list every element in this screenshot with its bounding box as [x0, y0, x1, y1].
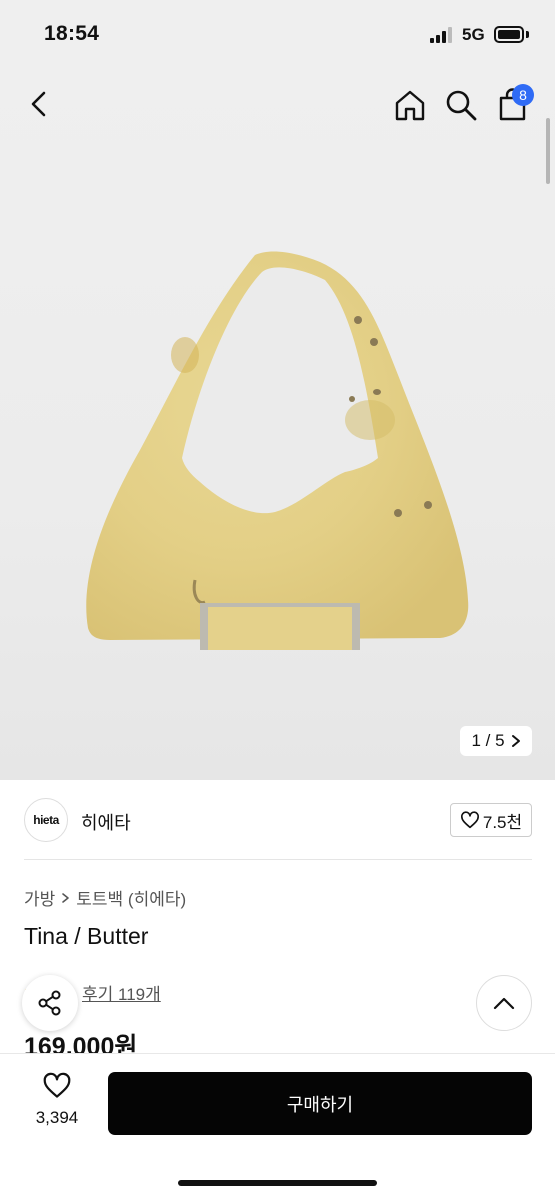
bottom-action-bar: 3,394 구매하기: [0, 1053, 555, 1200]
heart-icon: [43, 1072, 71, 1098]
product-image: hieta: [86, 251, 469, 650]
product-title: Tina / Butter: [24, 923, 149, 949]
cart-count-badge: 8: [512, 84, 534, 106]
home-indicator[interactable]: [178, 1180, 377, 1186]
scrollbar[interactable]: [546, 118, 550, 184]
brand-row: hieta 히에타 7.5천: [24, 796, 532, 846]
wishlist-count: 3,394: [35, 1108, 79, 1127]
home-icon[interactable]: [393, 88, 427, 122]
signal-icon: [430, 27, 452, 43]
battery-icon: [494, 26, 524, 43]
review-count-link[interactable]: 후기 119개: [82, 980, 161, 1005]
status-bar: 18:54 5G: [0, 0, 555, 70]
breadcrumb: 가방 토트백 (히에타): [24, 885, 186, 910]
image-pager[interactable]: 1 / 5: [460, 726, 532, 756]
breadcrumb-category[interactable]: 가방: [24, 885, 55, 910]
chevron-right-icon: [62, 892, 70, 903]
scroll-top-button[interactable]: [476, 975, 532, 1031]
cart-button[interactable]: 8: [496, 84, 534, 122]
breadcrumb-subcategory[interactable]: 토트백 (히에타): [76, 885, 186, 910]
network-label: 5G: [462, 25, 485, 44]
divider: [24, 859, 532, 860]
share-button[interactable]: [22, 975, 78, 1031]
search-icon[interactable]: [444, 88, 478, 122]
buy-button[interactable]: 구매하기: [108, 1072, 532, 1135]
status-time: 18:54: [44, 22, 100, 45]
brand-name[interactable]: 히에타: [81, 809, 131, 835]
brand-like-count: 7.5천: [482, 812, 523, 832]
chevron-right-icon: [511, 735, 520, 747]
brand-like-button[interactable]: 7.5천: [450, 803, 532, 837]
pager-text: 1 / 5: [471, 731, 505, 750]
share-icon: [38, 990, 61, 1016]
product-image-gallery[interactable]: 8 hieta 1 / 5: [0, 70, 555, 780]
wishlist-button[interactable]: 3,394: [28, 1072, 86, 1132]
heart-icon: [460, 811, 479, 829]
chevron-up-icon: [493, 997, 515, 1010]
back-icon[interactable]: [24, 88, 56, 120]
brand-logo[interactable]: hieta: [24, 798, 68, 842]
